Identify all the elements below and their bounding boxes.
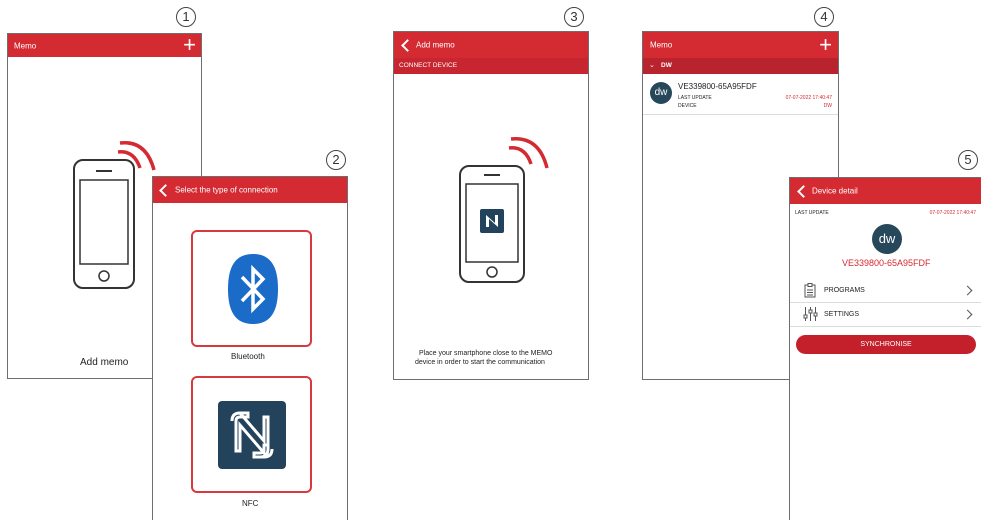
last-update-label: LAST UPDATE [678,95,712,101]
settings-label: SETTINGS [824,311,860,318]
avatar: dw [650,82,672,104]
synchronise-label: SYNCHRONISE [860,341,912,348]
app-bar: Memo + [8,34,201,57]
device-name: VE339800-65A95FDF [678,82,757,91]
signal-waves-icon [508,137,549,169]
device-name: VE339800-65A95FDF [842,258,931,268]
subheader-label: CONNECT DEVICE [399,62,458,69]
device-value: DW [823,103,832,109]
back-arrow-icon[interactable] [797,185,810,198]
app-bar: Memo + [643,32,838,58]
group-header[interactable]: ⌄ DW [643,58,838,74]
nfc-option[interactable] [191,376,312,493]
chevron-right-icon [962,309,973,320]
avatar: dw [872,224,902,254]
smartphone-icon [459,165,525,283]
screen-title: Add memo [416,40,455,50]
chevron-down-icon: ⌄ [649,62,655,69]
chevron-right-icon [962,285,973,296]
step-badge-2: 2 [326,150,346,170]
bluetooth-label: Bluetooth [231,352,265,361]
app-bar: Select the type of connection [153,177,347,203]
plus-icon[interactable]: + [183,34,196,56]
plus-icon[interactable]: + [819,34,832,56]
nfc-icon [218,401,286,469]
settings-row[interactable]: SETTINGS [790,303,981,327]
programs-label: PROGRAMS [824,287,865,294]
device-label: DEVICE [678,103,697,109]
screen-connect-device: Add memo CONNECT DEVICE Place your smart… [393,31,589,380]
instruction-line-2: device in order to start the communicati… [415,359,545,366]
step-badge-1: 1 [176,7,196,27]
last-update-value: 07-07-2022 17:40:47 [929,210,976,216]
connect-device-subheader: CONNECT DEVICE [394,58,588,74]
app-title: Memo [650,40,673,50]
bluetooth-option[interactable] [191,230,312,347]
instruction-line-1: Place your smartphone close to the MEMO [419,350,553,357]
back-arrow-icon[interactable] [159,184,172,197]
clipboard-icon [804,283,816,298]
step-badge-4: 4 [814,7,834,27]
app-title: Memo [14,41,37,50]
add-memo-caption[interactable]: Add memo [80,357,128,368]
back-arrow-icon[interactable] [401,39,414,52]
screen-title: Device detail [812,186,858,196]
step-badge-3: 3 [564,7,584,27]
last-update-value: 07-07-2022 17:40:47 [785,95,832,101]
device-list-item[interactable]: dw VE339800-65A95FDF LAST UPDATE 07-07-2… [643,74,838,115]
last-update-label: LAST UPDATE [795,210,829,216]
synchronise-button[interactable]: SYNCHRONISE [796,335,976,354]
sliders-icon [803,307,818,321]
screen-select-connection: Select the type of connection Bluetooth … [152,176,348,520]
bluetooth-icon [228,254,278,324]
programs-row[interactable]: PROGRAMS [790,279,981,303]
app-bar: Add memo [394,32,588,58]
signal-waves-icon [117,141,156,171]
nfc-label: NFC [242,499,259,508]
step-badge-5: 5 [958,150,978,170]
screen-title: Select the type of connection [175,185,278,195]
group-label: DW [661,62,672,69]
screen-device-detail: Device detail LAST UPDATE 07-07-2022 17:… [789,177,981,520]
app-bar: Device detail [790,178,981,204]
